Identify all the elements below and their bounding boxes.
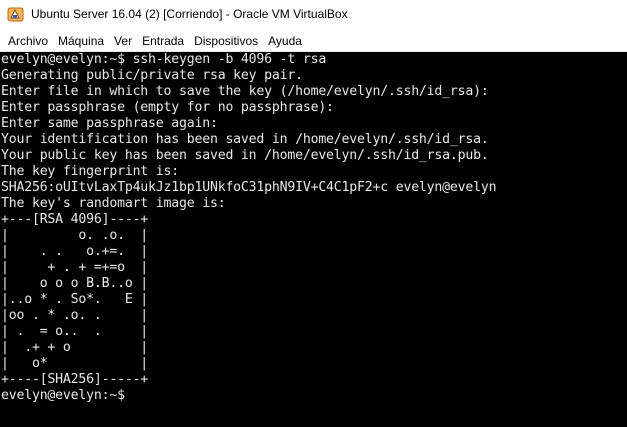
console-line: Your public key has been saved in /home/… — [1, 148, 489, 163]
console-line: The key fingerprint is: — [1, 164, 180, 179]
randomart-line: +----[SHA256]-----+ — [1, 372, 149, 387]
randomart-line: | . = o.. . | — [1, 324, 149, 339]
virtualbox-window: Ubuntu Server 16.04 (2) [Corriendo] - Or… — [0, 0, 627, 427]
randomart-line: | o* | — [1, 356, 149, 371]
randomart-line: | .+ + o | — [1, 340, 149, 355]
console-line: Enter same passphrase again: — [1, 116, 218, 131]
title-bar[interactable]: Ubuntu Server 16.04 (2) [Corriendo] - Or… — [0, 0, 627, 31]
randomart-line: | . . o.+=. | — [1, 244, 149, 259]
virtualbox-icon — [7, 6, 24, 23]
console-line: evelyn@evelyn:~$ ssh-keygen -b 4096 -t r… — [1, 52, 327, 67]
window-title: Ubuntu Server 16.04 (2) [Corriendo] - Or… — [31, 7, 348, 21]
menu-ayuda[interactable]: Ayuda — [264, 34, 306, 48]
randomart-line: | o. .o. | — [1, 228, 149, 243]
shell-prompt[interactable]: evelyn@evelyn:~$ — [1, 388, 125, 404]
menu-entrada[interactable]: Entrada — [138, 34, 188, 48]
menu-dispositivos[interactable]: Dispositivos — [190, 34, 262, 48]
console-line: Enter passphrase (empty for no passphras… — [1, 100, 334, 115]
menu-ver[interactable]: Ver — [110, 34, 136, 48]
randomart-line: | o o o B.B..o | — [1, 276, 149, 291]
vm-console-screen[interactable]: evelyn@evelyn:~$ ssh-keygen -b 4096 -t r… — [0, 52, 627, 427]
console-line: Your identification has been saved in /h… — [1, 132, 489, 147]
randomart-line: | + . + =+=o | — [1, 260, 149, 275]
menu-bar: Archivo Máquina Ver Entrada Dispositivos… — [0, 31, 627, 52]
console-line: Enter file in which to save the key (/ho… — [1, 84, 489, 99]
randomart-line: |oo . * .o. . | — [1, 308, 149, 323]
menu-maquina[interactable]: Máquina — [54, 34, 108, 48]
console-line: SHA256:oUItvLaxTp4ukJz1bp1UNkfoC31phN9IV… — [1, 180, 497, 195]
menu-archivo[interactable]: Archivo — [4, 34, 52, 48]
console-line: Generating public/private rsa key pair. — [1, 68, 303, 83]
randomart-line: |..o * . So*. E | — [1, 292, 149, 307]
console-line: The key's randomart image is: — [1, 196, 226, 211]
randomart-line: +---[RSA 4096]----+ — [1, 212, 149, 227]
